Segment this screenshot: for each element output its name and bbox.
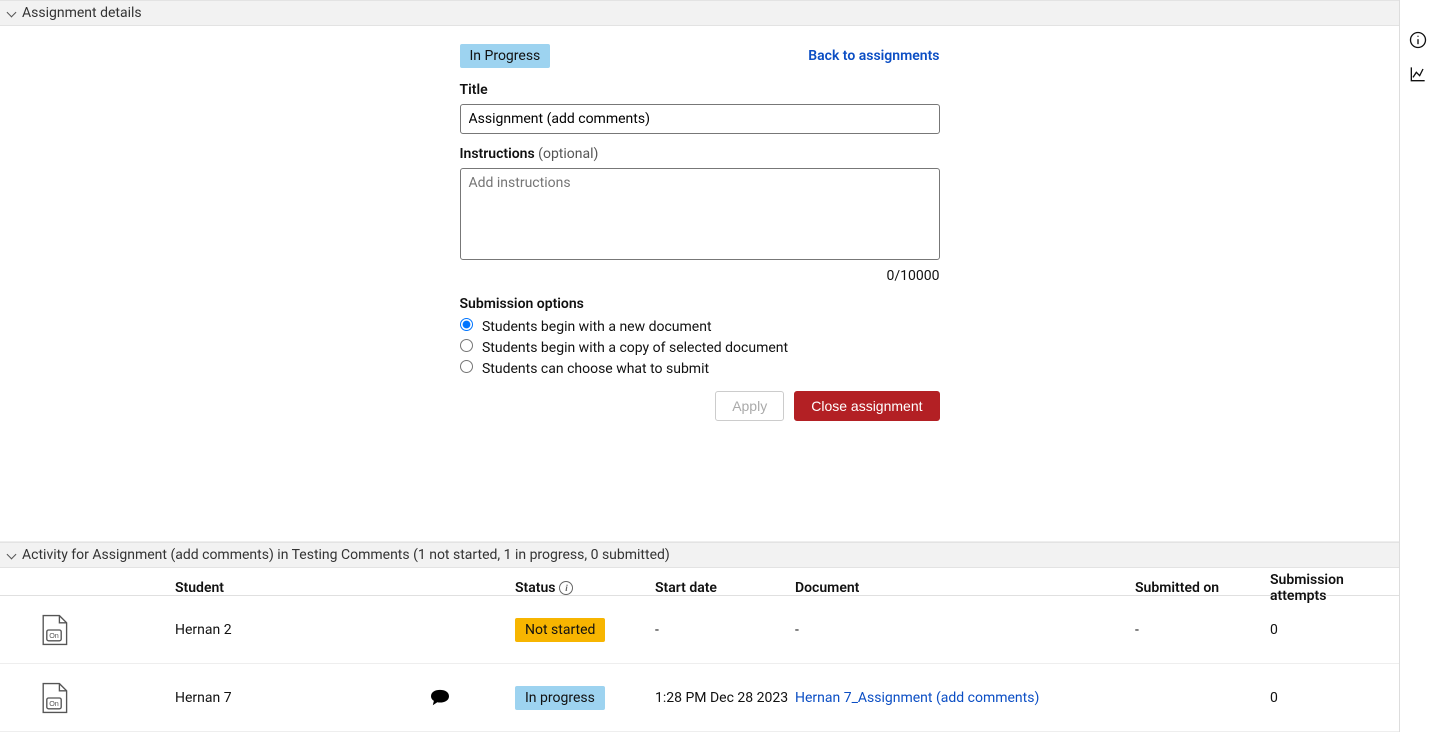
svg-text:On: On [49, 631, 59, 640]
submission-options-group: Students begin with a new document Stude… [460, 318, 940, 377]
char-count: 0/10000 [460, 268, 940, 284]
activity-table-header: Student Status i Start date Document Sub… [0, 568, 1399, 596]
activity-header-title: Activity for Assignment (add comments) i… [22, 547, 670, 563]
assignment-details-header[interactable]: Assignment details [0, 0, 1399, 26]
start-date: 1:28 PM Dec 28 2023 [655, 690, 795, 706]
col-student: Student [175, 576, 405, 600]
info-icon[interactable] [1408, 30, 1428, 50]
table-row: On Hernan 7 In progress 1:28 PM Dec 28 20… [0, 664, 1399, 732]
option-copy-document[interactable]: Students begin with a copy of selected d… [460, 339, 940, 356]
option-new-document[interactable]: Students begin with a new document [460, 318, 940, 335]
info-icon[interactable]: i [559, 581, 573, 595]
radio-new-document[interactable] [460, 318, 473, 331]
status-badge: In progress [515, 686, 605, 710]
instructions-label-text: Instructions [460, 146, 535, 162]
start-date: - [655, 622, 795, 638]
instructions-optional-text: (optional) [538, 146, 598, 162]
close-assignment-button[interactable]: Close assignment [794, 391, 939, 421]
chart-icon[interactable] [1408, 64, 1428, 84]
document-cell: - [795, 622, 1135, 638]
student-name: Hernan 2 [175, 622, 405, 638]
col-status: Status i [515, 576, 655, 600]
svg-text:On: On [49, 699, 59, 708]
document-icon: On [36, 680, 72, 716]
col-document: Document [795, 576, 1135, 600]
right-rail [1408, 30, 1428, 84]
submission-options-label: Submission options [460, 296, 940, 312]
apply-button[interactable]: Apply [715, 391, 784, 421]
back-to-assignments-link[interactable]: Back to assignments [808, 48, 939, 64]
activity-header[interactable]: Activity for Assignment (add comments) i… [0, 542, 1399, 568]
chevron-down-icon [6, 549, 18, 561]
option-new-document-label: Students begin with a new document [482, 319, 712, 335]
submission-attempts: 0 [1270, 690, 1400, 706]
radio-copy-document[interactable] [460, 339, 473, 352]
comment-icon[interactable] [429, 689, 451, 707]
submission-attempts: 0 [1270, 622, 1400, 638]
option-copy-document-label: Students begin with a copy of selected d… [482, 340, 788, 356]
title-input[interactable] [460, 104, 940, 134]
col-start-date: Start date [655, 576, 795, 600]
assignment-details-title: Assignment details [22, 5, 142, 21]
document-link[interactable]: Hernan 7_Assignment (add comments) [795, 690, 1039, 706]
radio-choose-submit[interactable] [460, 360, 473, 373]
document-icon: On [36, 612, 72, 648]
status-badge: In Progress [460, 44, 551, 68]
student-name: Hernan 7 [175, 690, 405, 706]
col-submitted-on: Submitted on [1135, 576, 1270, 600]
table-row: On Hernan 2Not started---0 [0, 596, 1399, 664]
chevron-down-icon [6, 7, 18, 19]
instructions-label: Instructions (optional) [460, 146, 940, 162]
title-label: Title [460, 82, 940, 98]
status-badge: Not started [515, 618, 605, 642]
option-choose-submit-label: Students can choose what to submit [482, 361, 709, 377]
assignment-details-body: In Progress Back to assignments Title In… [0, 26, 1399, 542]
col-attempts: Submission attempts [1270, 568, 1400, 608]
instructions-textarea[interactable] [460, 168, 940, 260]
submitted-on: - [1135, 622, 1270, 638]
option-choose-submit[interactable]: Students can choose what to submit [460, 360, 940, 377]
col-status-label: Status [515, 580, 555, 596]
